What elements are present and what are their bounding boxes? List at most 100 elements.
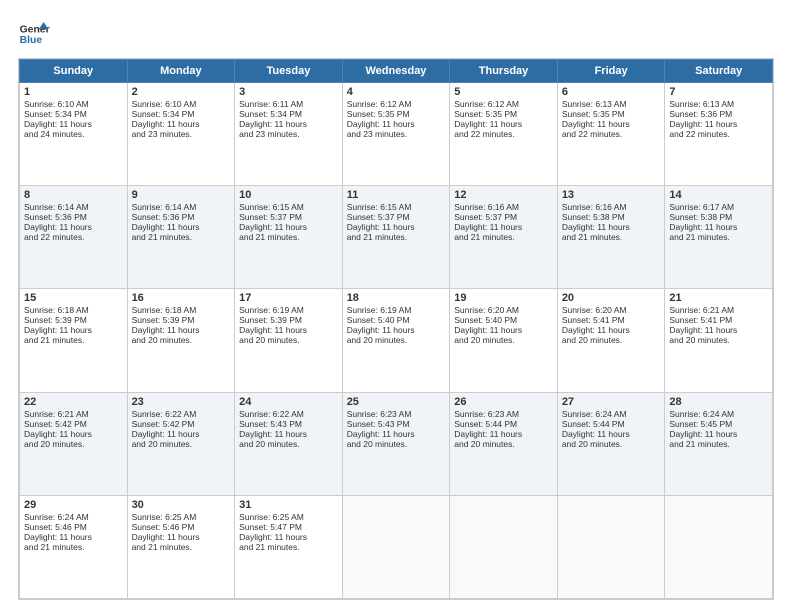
day-info-line: Sunset: 5:44 PM	[454, 419, 553, 429]
day-number: 22	[24, 396, 123, 408]
day-info-line: and 21 minutes.	[24, 542, 123, 552]
day-number: 3	[239, 86, 338, 98]
day-info-line: and 20 minutes.	[132, 335, 231, 345]
day-number: 20	[562, 292, 661, 304]
day-info-line: Daylight: 11 hours	[239, 222, 338, 232]
day-info-line: and 20 minutes.	[239, 335, 338, 345]
day-info-line: Daylight: 11 hours	[239, 429, 338, 439]
day-info-line: Daylight: 11 hours	[454, 119, 553, 129]
calendar-cell: 29Sunrise: 6:24 AMSunset: 5:46 PMDayligh…	[20, 495, 128, 598]
calendar-cell: 26Sunrise: 6:23 AMSunset: 5:44 PMDayligh…	[450, 392, 558, 495]
day-info-line: Sunset: 5:40 PM	[347, 315, 446, 325]
calendar-cell	[665, 495, 773, 598]
calendar-cell: 5Sunrise: 6:12 AMSunset: 5:35 PMDaylight…	[450, 83, 558, 186]
day-info-line: Sunset: 5:41 PM	[562, 315, 661, 325]
day-header-wednesday: Wednesday	[342, 60, 450, 83]
calendar-cell: 18Sunrise: 6:19 AMSunset: 5:40 PMDayligh…	[342, 289, 450, 392]
day-info-line: Daylight: 11 hours	[669, 222, 768, 232]
logo: General Blue	[18, 18, 50, 50]
calendar-cell	[557, 495, 665, 598]
day-info-line: Sunrise: 6:11 AM	[239, 99, 338, 109]
day-info-line: Sunset: 5:39 PM	[239, 315, 338, 325]
day-info-line: Sunset: 5:46 PM	[24, 522, 123, 532]
day-info-line: Sunrise: 6:25 AM	[239, 512, 338, 522]
day-info-line: and 21 minutes.	[669, 232, 768, 242]
day-header-monday: Monday	[127, 60, 235, 83]
calendar-cell: 20Sunrise: 6:20 AMSunset: 5:41 PMDayligh…	[557, 289, 665, 392]
day-info-line: Sunrise: 6:19 AM	[347, 305, 446, 315]
day-info-line: Sunset: 5:34 PM	[132, 109, 231, 119]
day-number: 29	[24, 499, 123, 511]
day-info-line: Sunrise: 6:24 AM	[669, 409, 768, 419]
calendar-cell: 14Sunrise: 6:17 AMSunset: 5:38 PMDayligh…	[665, 186, 773, 289]
day-number: 5	[454, 86, 553, 98]
day-info-line: and 20 minutes.	[347, 439, 446, 449]
day-info-line: Sunset: 5:36 PM	[132, 212, 231, 222]
calendar-cell: 11Sunrise: 6:15 AMSunset: 5:37 PMDayligh…	[342, 186, 450, 289]
day-number: 14	[669, 189, 768, 201]
day-info-line: Daylight: 11 hours	[454, 429, 553, 439]
calendar-cell: 6Sunrise: 6:13 AMSunset: 5:35 PMDaylight…	[557, 83, 665, 186]
day-info-line: and 24 minutes.	[24, 129, 123, 139]
calendar-cell: 13Sunrise: 6:16 AMSunset: 5:38 PMDayligh…	[557, 186, 665, 289]
day-info-line: Sunset: 5:38 PM	[669, 212, 768, 222]
calendar-cell	[342, 495, 450, 598]
day-info-line: Daylight: 11 hours	[132, 429, 231, 439]
day-info-line: and 20 minutes.	[454, 439, 553, 449]
day-info-line: and 22 minutes.	[562, 129, 661, 139]
day-number: 31	[239, 499, 338, 511]
day-info-line: Sunrise: 6:12 AM	[347, 99, 446, 109]
day-number: 26	[454, 396, 553, 408]
calendar-cell: 25Sunrise: 6:23 AMSunset: 5:43 PMDayligh…	[342, 392, 450, 495]
day-number: 12	[454, 189, 553, 201]
day-info-line: Sunrise: 6:20 AM	[562, 305, 661, 315]
calendar-cell: 30Sunrise: 6:25 AMSunset: 5:46 PMDayligh…	[127, 495, 235, 598]
calendar: SundayMondayTuesdayWednesdayThursdayFrid…	[18, 58, 774, 600]
day-info-line: Daylight: 11 hours	[24, 532, 123, 542]
day-info-line: Sunrise: 6:17 AM	[669, 202, 768, 212]
day-info-line: Daylight: 11 hours	[562, 119, 661, 129]
page: General Blue SundayMondayTuesdayWednesda…	[0, 0, 792, 612]
day-info-line: Sunrise: 6:13 AM	[669, 99, 768, 109]
day-info-line: Daylight: 11 hours	[562, 325, 661, 335]
day-info-line: Sunset: 5:38 PM	[562, 212, 661, 222]
day-number: 10	[239, 189, 338, 201]
day-info-line: Daylight: 11 hours	[24, 325, 123, 335]
day-header-thursday: Thursday	[450, 60, 558, 83]
day-info-line: Sunset: 5:47 PM	[239, 522, 338, 532]
day-info-line: Daylight: 11 hours	[347, 429, 446, 439]
day-info-line: Sunset: 5:43 PM	[239, 419, 338, 429]
day-info-line: Daylight: 11 hours	[132, 222, 231, 232]
day-info-line: Sunset: 5:35 PM	[562, 109, 661, 119]
calendar-cell: 24Sunrise: 6:22 AMSunset: 5:43 PMDayligh…	[235, 392, 343, 495]
day-info-line: Sunset: 5:34 PM	[239, 109, 338, 119]
day-info-line: and 22 minutes.	[669, 129, 768, 139]
day-info-line: Sunrise: 6:24 AM	[24, 512, 123, 522]
day-info-line: Daylight: 11 hours	[669, 325, 768, 335]
calendar-cell: 17Sunrise: 6:19 AMSunset: 5:39 PMDayligh…	[235, 289, 343, 392]
day-info-line: Sunset: 5:36 PM	[24, 212, 123, 222]
day-info-line: Daylight: 11 hours	[239, 325, 338, 335]
day-number: 16	[132, 292, 231, 304]
day-number: 23	[132, 396, 231, 408]
calendar-cell: 15Sunrise: 6:18 AMSunset: 5:39 PMDayligh…	[20, 289, 128, 392]
day-info-line: Sunrise: 6:24 AM	[562, 409, 661, 419]
day-info-line: and 21 minutes.	[239, 542, 338, 552]
header: General Blue	[18, 18, 774, 50]
day-info-line: Sunset: 5:34 PM	[24, 109, 123, 119]
day-info-line: and 22 minutes.	[454, 129, 553, 139]
day-number: 28	[669, 396, 768, 408]
day-info-line: Sunrise: 6:14 AM	[24, 202, 123, 212]
day-info-line: and 23 minutes.	[347, 129, 446, 139]
day-info-line: and 20 minutes.	[454, 335, 553, 345]
day-info-line: Sunset: 5:44 PM	[562, 419, 661, 429]
day-info-line: Sunset: 5:35 PM	[347, 109, 446, 119]
day-info-line: Sunset: 5:37 PM	[239, 212, 338, 222]
day-number: 21	[669, 292, 768, 304]
day-info-line: and 20 minutes.	[239, 439, 338, 449]
day-number: 17	[239, 292, 338, 304]
day-info-line: Sunrise: 6:23 AM	[454, 409, 553, 419]
day-number: 11	[347, 189, 446, 201]
calendar-cell: 12Sunrise: 6:16 AMSunset: 5:37 PMDayligh…	[450, 186, 558, 289]
day-info-line: Daylight: 11 hours	[347, 222, 446, 232]
